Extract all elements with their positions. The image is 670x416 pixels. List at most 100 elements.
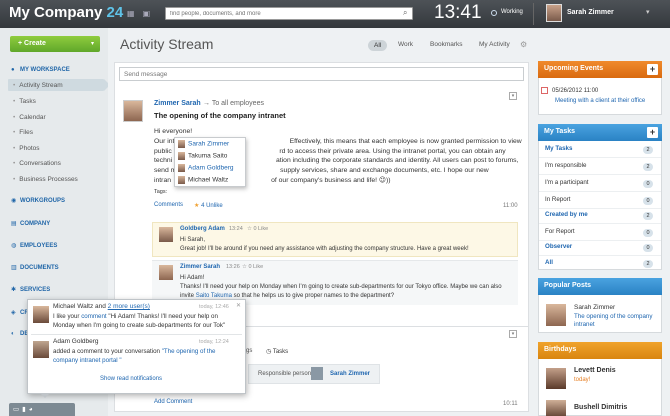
task-filter-item[interactable]: My Tasks	[545, 145, 572, 152]
avatar	[178, 176, 185, 184]
avatar[interactable]	[546, 400, 566, 416]
monitor-icon[interactable]: ▣	[143, 9, 159, 18]
tab-all[interactable]: All	[368, 40, 388, 51]
close-icon[interactable]: ✕	[236, 302, 241, 309]
tab-bookmarks[interactable]: Bookmarks	[430, 41, 463, 48]
star-icon: ☆	[247, 226, 252, 232]
work-status-button[interactable]: Working	[501, 9, 523, 15]
show-read-notifications-link[interactable]: Show read notifications	[100, 376, 162, 382]
sidebar-item-photos[interactable]: • Photos	[13, 145, 40, 152]
tab-my-activity[interactable]: My Activity	[479, 41, 510, 48]
send-message-input[interactable]	[119, 67, 524, 81]
task-filter-item[interactable]: All	[545, 259, 553, 266]
comment-link[interactable]: comment	[81, 313, 106, 320]
sidebar-section-documents[interactable]: ▥ DOCUMENTS	[11, 264, 59, 271]
user-avatar[interactable]	[546, 4, 562, 22]
post-author[interactable]: Zimmer Sarah	[154, 100, 201, 107]
document-icon: ▥	[11, 265, 17, 271]
group-icon: ◉	[11, 198, 17, 204]
post-tab-fragment[interactable]: gs	[246, 348, 252, 354]
add-comment-link[interactable]: Add Comment	[154, 399, 192, 405]
header-icons[interactable]: ▦▣	[127, 9, 158, 18]
arrow-right-icon: →	[203, 100, 210, 107]
task-filter-item[interactable]: Created by me	[545, 211, 588, 218]
create-button[interactable]: + Create ▾	[10, 36, 100, 52]
user-name[interactable]: Sarah Zimmer	[567, 9, 614, 16]
comment-time: 13:24	[229, 226, 243, 232]
notification-title: Adam Goldberg	[53, 338, 99, 345]
star-icon: ★	[194, 203, 200, 209]
sidebar-section-workgroups[interactable]: ◉ WORKGROUPS	[11, 197, 65, 204]
sidebar-item-activity-stream[interactable]: • Activity Stream	[13, 82, 63, 89]
notification-text: I like your comment "Hi Adam! Thanks! I'…	[53, 313, 226, 329]
add-task-button[interactable]: +	[647, 127, 658, 138]
more-users-link[interactable]: 2 more user(s)	[108, 303, 150, 310]
post-author-avatar[interactable]	[123, 100, 143, 122]
task-filter-item[interactable]: I'm responsible	[545, 162, 586, 169]
avatar[interactable]	[159, 227, 173, 242]
sidebar-item-conversations[interactable]: • Conversations	[13, 160, 61, 167]
bottom-toolbar[interactable]: ▭▮◕	[9, 403, 75, 416]
comment-author[interactable]: Goldberg Adam	[180, 226, 225, 232]
chat-icon[interactable]: ▭	[13, 406, 22, 413]
mention-item-adam-goldberg[interactable]: Adam Goldberg	[178, 164, 234, 172]
task-filter-item[interactable]: For Report	[545, 228, 575, 235]
birthday-when: today!	[574, 377, 591, 383]
gear-icon[interactable]: ⚙	[520, 40, 527, 49]
unlike-button[interactable]: ★ 4 Unlike	[194, 202, 223, 209]
sidebar-item-files[interactable]: • Files	[13, 129, 33, 136]
avatar[interactable]	[311, 367, 323, 380]
mention-item-takuma-saito[interactable]: Takuma Saito	[178, 152, 227, 160]
users-icon[interactable]: ◕	[29, 406, 36, 413]
avatar[interactable]	[546, 304, 566, 326]
add-event-button[interactable]: +	[647, 64, 658, 75]
task-filter-item[interactable]: I'm a participant	[545, 179, 588, 186]
search-icon[interactable]: ⌕	[403, 8, 407, 18]
responsible-name[interactable]: Sarah Zimmer	[330, 371, 370, 377]
mention-item-michael-waltz[interactable]: Michael Waltz	[178, 176, 228, 184]
crm-icon: ◈	[11, 310, 16, 316]
avatar[interactable]	[33, 306, 49, 323]
chevron-down-icon[interactable]: ▾	[646, 8, 650, 16]
birthday-name[interactable]: Levett Denis	[574, 367, 616, 374]
event-title[interactable]: Meeting with a client at their office	[555, 98, 645, 104]
avatar	[178, 164, 185, 172]
collapse-post-button[interactable]: ▾	[509, 92, 517, 100]
sidebar-item-tasks[interactable]: • Tasks	[13, 98, 36, 105]
divider	[539, 157, 661, 158]
sidebar-item-business-processes[interactable]: • Business Processes	[13, 176, 78, 183]
search-input[interactable]	[165, 7, 413, 20]
collapse-post-button[interactable]: ▾	[509, 330, 517, 338]
birthday-name[interactable]: Bushell Dimitris	[574, 404, 627, 411]
sidebar-item-calendar[interactable]: • Calendar	[13, 114, 46, 121]
comment-author[interactable]: Zimmer Sarah	[180, 264, 220, 270]
sidebar-section-desktop[interactable]: ◐ DE	[11, 331, 28, 337]
mention-item-sarah-zimmer[interactable]: Sarah Zimmer	[178, 140, 229, 148]
grid-icon[interactable]: ▦	[127, 9, 143, 18]
avatar[interactable]	[546, 368, 566, 389]
comment-time: 13:26	[226, 264, 240, 270]
clock: 13:41	[434, 2, 482, 23]
tab-work[interactable]: Work	[398, 41, 413, 48]
task-count-badge: 2	[643, 260, 653, 268]
tasks-tab[interactable]: ◷ Tasks	[266, 348, 288, 355]
sidebar-section-employees[interactable]: ◍ EMPLOYEES	[11, 242, 57, 249]
task-filter-item[interactable]: Observer	[545, 243, 572, 250]
birthdays-header: Birthdays	[538, 342, 662, 359]
popular-posts-header: Popular Posts	[538, 278, 662, 295]
sidebar-section-company[interactable]: ▤ COMPANY	[11, 220, 50, 227]
avatar[interactable]	[159, 265, 173, 280]
avatar[interactable]	[33, 341, 49, 358]
notification-icon[interactable]: ▮	[22, 406, 29, 413]
popular-post-title[interactable]: The opening of the company intranet	[574, 313, 659, 329]
company-logo[interactable]: My Company 24	[9, 4, 123, 21]
post-recipient: → To all employees	[203, 100, 264, 107]
avatar	[178, 152, 185, 160]
comments-link[interactable]: Comments	[154, 202, 183, 208]
like-button[interactable]: ☆ 0 Like	[247, 226, 268, 232]
divider	[539, 191, 661, 192]
like-button[interactable]: ☆ 0 Like	[242, 264, 263, 270]
sidebar-section-my-workspace[interactable]: ● MY WORKSPACE	[11, 67, 70, 73]
sidebar-section-services[interactable]: ✱ SERVICES	[11, 286, 50, 293]
task-filter-item[interactable]: In Report	[545, 196, 570, 203]
